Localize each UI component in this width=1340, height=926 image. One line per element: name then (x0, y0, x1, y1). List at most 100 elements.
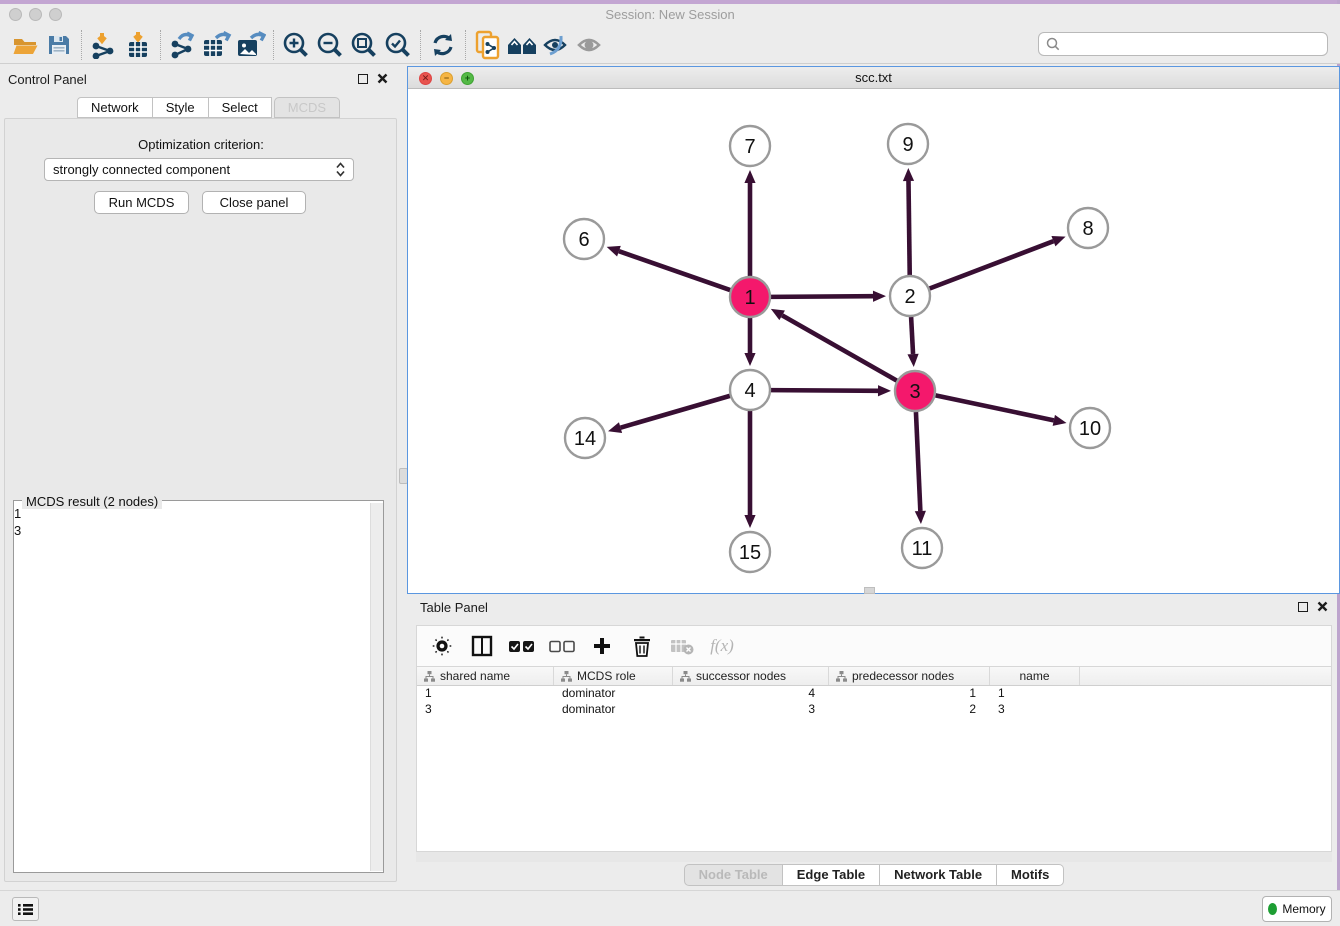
minimize-window-button[interactable] (29, 8, 42, 21)
tab-edge-table[interactable]: Edge Table (783, 864, 880, 886)
edge-4-14[interactable] (608, 396, 730, 433)
hide-selected-icon[interactable] (539, 30, 573, 60)
column-header-name[interactable]: name (990, 667, 1080, 685)
edge-3-11[interactable] (915, 412, 926, 524)
edge-3-10[interactable] (936, 395, 1067, 425)
refresh-icon[interactable] (426, 30, 460, 60)
result-scrollbar[interactable] (370, 503, 383, 871)
graph-node-2[interactable]: 2 (890, 276, 930, 316)
close-panel-button[interactable]: Close panel (202, 191, 306, 214)
table-cell[interactable]: 3 (673, 702, 829, 718)
memory-status-icon (1268, 903, 1277, 915)
edge-2-8[interactable] (930, 236, 1066, 289)
maximize-window-button[interactable] (49, 8, 62, 21)
graph-node-3[interactable]: 3 (895, 371, 935, 411)
graph-node-6[interactable]: 6 (564, 219, 604, 259)
close-table-panel-icon[interactable] (1317, 601, 1328, 612)
deselect-checkboxes-icon[interactable] (549, 633, 575, 659)
column-header-MCDS-role[interactable]: MCDS role (554, 667, 673, 685)
table-cell[interactable]: 4 (673, 686, 829, 702)
tab-style[interactable]: Style (153, 97, 209, 118)
tab-select[interactable]: Select (209, 97, 272, 118)
open-file-icon[interactable] (8, 30, 42, 60)
network-graph-canvas[interactable]: 7 9 6 8 1 2 4 3 14 10 15 11 (408, 89, 1337, 592)
graph-node-11[interactable]: 11 (902, 528, 942, 568)
select-all-checkboxes-icon[interactable] (509, 633, 535, 659)
search-field[interactable] (1038, 32, 1328, 56)
tab-motifs[interactable]: Motifs (997, 864, 1064, 886)
export-table-icon[interactable] (200, 30, 234, 60)
zoom-fit-icon[interactable] (347, 30, 381, 60)
table-row[interactable]: 1dominator411 (417, 686, 1331, 702)
graph-node-1[interactable]: 1 (730, 277, 770, 317)
vertical-splitter-handle[interactable] (399, 468, 408, 484)
run-mcds-button[interactable]: Run MCDS (94, 191, 189, 214)
memory-button[interactable]: Memory (1262, 896, 1332, 922)
horizontal-splitter-handle[interactable] (864, 587, 875, 594)
graph-node-9[interactable]: 9 (888, 124, 928, 164)
optimization-criterion-dropdown[interactable]: strongly connected component (44, 158, 354, 181)
tab-network[interactable]: Network (77, 97, 153, 118)
table-cell[interactable]: dominator (554, 702, 673, 718)
zoom-selected-icon[interactable] (381, 30, 415, 60)
edge-2-3[interactable] (907, 317, 918, 367)
table-cell[interactable]: 1 (829, 686, 990, 702)
table-cell[interactable]: 3 (417, 702, 554, 718)
column-header-successor-nodes[interactable]: successor nodes (673, 667, 829, 685)
close-window-button[interactable] (9, 8, 22, 21)
table-panel-title: Table Panel (420, 600, 488, 615)
edge-1-6[interactable] (607, 246, 731, 290)
close-panel-icon[interactable] (377, 73, 388, 84)
float-panel-icon[interactable] (358, 74, 368, 84)
tab-network-table[interactable]: Network Table (880, 864, 997, 886)
first-neighbors-icon[interactable] (505, 30, 539, 60)
mcds-result-box[interactable] (13, 500, 384, 873)
main-window-controls[interactable] (9, 8, 62, 21)
table-cell[interactable]: 3 (990, 702, 1080, 718)
export-network-icon[interactable] (166, 30, 200, 60)
zoom-in-icon[interactable] (279, 30, 313, 60)
edge-3-1[interactable] (771, 309, 897, 381)
graph-node-15[interactable]: 15 (730, 532, 770, 572)
graph-node-8[interactable]: 8 (1068, 208, 1108, 248)
clone-network-icon[interactable] (471, 30, 505, 60)
edge-1-7[interactable] (744, 170, 755, 276)
graph-node-7[interactable]: 7 (730, 126, 770, 166)
table-row[interactable]: 3dominator323 (417, 702, 1331, 718)
network-maximize-button[interactable]: + (461, 72, 474, 85)
table-cell[interactable]: 1 (417, 686, 554, 702)
edge-4-3[interactable] (771, 385, 891, 396)
search-input[interactable] (1061, 34, 1327, 54)
network-window-titlebar[interactable]: scc.txt ✕ − + (408, 67, 1339, 89)
float-table-panel-icon[interactable] (1298, 602, 1308, 612)
column-header-shared-name[interactable]: shared name (417, 667, 554, 685)
task-history-button[interactable] (12, 897, 39, 921)
tab-mcds[interactable]: MCDS (274, 97, 340, 118)
graph-node-4[interactable]: 4 (730, 370, 770, 410)
export-image-icon[interactable] (234, 30, 268, 60)
edge-1-4[interactable] (744, 318, 755, 366)
column-layout-icon[interactable] (469, 633, 495, 659)
column-header-predecessor-nodes[interactable]: predecessor nodes (829, 667, 990, 685)
edge-1-2[interactable] (771, 291, 886, 302)
show-all-icon[interactable] (573, 30, 607, 60)
edge-4-15[interactable] (744, 411, 755, 528)
table-cell[interactable]: dominator (554, 686, 673, 702)
table-cell[interactable]: 2 (829, 702, 990, 718)
delete-column-icon[interactable] (629, 633, 655, 659)
mcds-result-values: 1 3 (14, 505, 369, 539)
add-column-icon[interactable] (589, 633, 615, 659)
graph-node-10[interactable]: 10 (1070, 408, 1110, 448)
network-close-button[interactable]: ✕ (419, 72, 432, 85)
import-network-icon[interactable] (87, 30, 121, 60)
network-minimize-button[interactable]: − (440, 72, 453, 85)
settings-gear-icon[interactable] (429, 633, 455, 659)
tab-node-table[interactable]: Node Table (684, 864, 783, 886)
import-table-icon[interactable] (121, 30, 155, 60)
save-session-icon[interactable] (42, 30, 76, 60)
edge-2-9[interactable] (903, 168, 914, 275)
zoom-out-icon[interactable] (313, 30, 347, 60)
graph-node-14[interactable]: 14 (565, 418, 605, 458)
svg-text:7: 7 (744, 136, 755, 158)
table-cell[interactable]: 1 (990, 686, 1080, 702)
